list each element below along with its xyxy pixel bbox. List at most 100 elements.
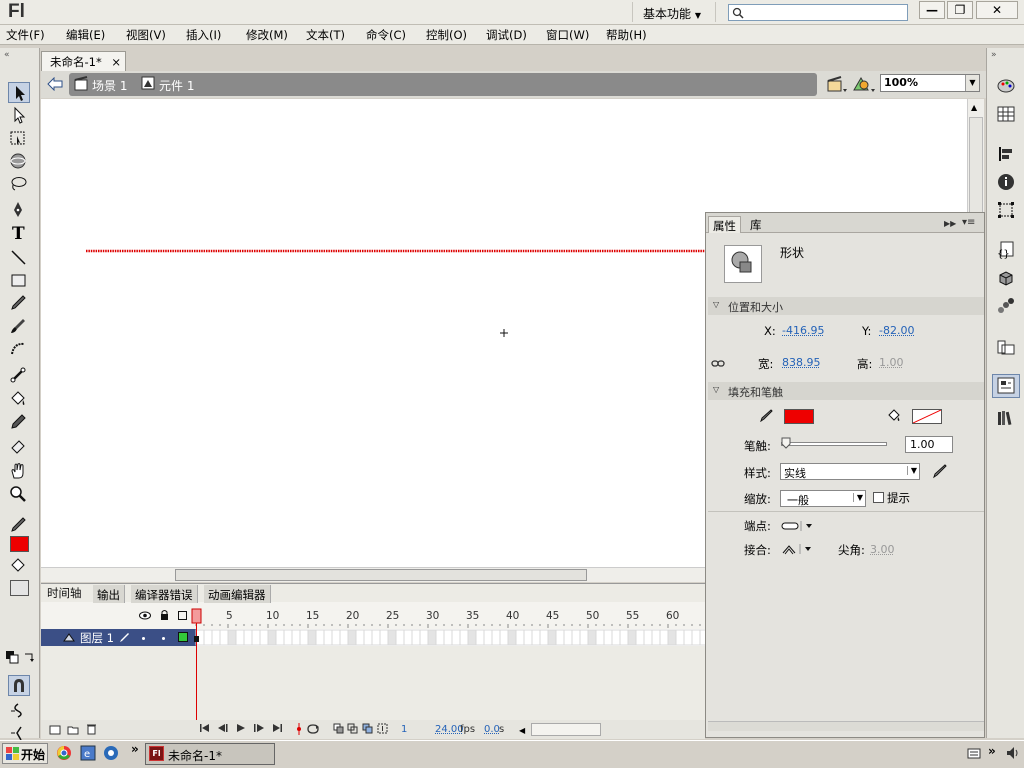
pen-tool[interactable] [8,200,30,221]
section-collapse-icon[interactable]: ▽ [713,300,719,309]
keyboard-icon[interactable] [967,746,981,763]
chevron-down-icon[interactable]: ▼ [906,466,917,475]
menu-item[interactable]: 命令(C) [366,27,406,43]
edit-scene-icon[interactable] [826,75,848,96]
timeline-tab[interactable]: 编译器错误 [131,585,198,603]
expand-icon[interactable]: » [991,50,997,60]
menu-item[interactable]: 窗口(W) [546,27,589,43]
color-panel-icon[interactable] [996,76,1016,96]
stroke-width-input[interactable]: 1.00 [905,436,953,453]
close-window-button[interactable]: ✕ [976,1,1018,19]
workspace-switcher[interactable]: 基本功能 ▼ [632,2,716,22]
join-style-select[interactable] [782,543,818,558]
panel-resize-grip[interactable] [708,721,984,731]
fill-stroke-section[interactable]: ▽ 填充和笔触 [708,382,984,400]
loop-icon[interactable] [306,724,320,737]
pencil-tool[interactable] [8,293,30,314]
stage-horizontal-scroll-thumb[interactable] [175,569,587,581]
help-search-input[interactable] [728,4,908,21]
style-select[interactable]: 实线 ▼ [780,463,920,480]
media-player-icon[interactable] [103,745,119,764]
motion-presets-icon[interactable] [996,296,1016,316]
edit-stroke-style-icon[interactable] [932,463,948,482]
layer-name[interactable]: 图层 1 [80,630,114,646]
outline-icon[interactable] [178,611,187,620]
subselection-tool[interactable] [8,105,30,126]
play-icon[interactable] [235,723,247,736]
lock-icon[interactable] [160,609,169,623]
elapsed-time-value[interactable]: 0.0 [484,724,500,735]
minimize-button[interactable]: — [919,1,945,19]
menu-item[interactable]: 修改(M) [246,27,288,43]
project-panel-icon[interactable] [996,336,1016,356]
onion-skin-outlines-icon[interactable] [347,723,358,737]
chrome-icon[interactable] [56,745,72,764]
menu-item[interactable]: 文件(F) [6,27,45,43]
width-value[interactable]: 838.95 [782,356,821,369]
menu-item[interactable]: 插入(I) [186,27,221,43]
timeline-tab[interactable]: 输出 [93,585,125,603]
brush-tool[interactable] [8,316,30,337]
text-tool[interactable]: T [8,224,30,245]
chevron-down-icon[interactable]: ▼ [852,493,863,502]
scroll-left-icon[interactable]: ◀ [519,726,525,735]
cap-style-select[interactable] [781,520,817,535]
eye-icon[interactable] [139,610,151,623]
start-button[interactable]: 开始 [2,743,48,764]
chevron-down-icon[interactable]: ▼ [965,75,979,91]
zoom-select[interactable]: 100% ▼ [880,74,980,92]
previous-frame-icon[interactable] [217,723,229,736]
taskbar-item-flash[interactable]: Fl 未命名-1* [145,743,275,765]
layer-outline-color[interactable] [178,632,188,642]
edit-symbols-icon[interactable] [852,75,876,96]
onion-skin-icon[interactable] [333,723,344,737]
breadcrumb-scene[interactable]: 场景 1 [92,77,127,94]
selection-tool[interactable] [8,82,30,103]
deco-tool[interactable] [8,339,30,360]
info-panel-icon[interactable] [996,172,1016,192]
3d-rotation-tool[interactable] [8,151,30,172]
zoom-tool[interactable] [8,484,30,505]
go-to-last-frame-icon[interactable] [271,723,283,736]
stroke-width-slider-thumb[interactable] [781,437,791,452]
timeline-tab-active[interactable]: 时间轴 [47,585,82,601]
modify-onion-markers-icon[interactable] [377,723,388,737]
transform-panel-icon[interactable] [996,200,1016,220]
layer-visible-dot[interactable] [142,637,145,640]
menu-item[interactable]: 帮助(H) [606,27,647,43]
properties-tab[interactable]: 属性 [708,216,741,233]
rectangle-tool[interactable] [8,270,30,291]
delete-layer-icon[interactable] [86,723,97,738]
eyedropper-tool[interactable] [8,412,30,433]
lock-width-height-icon[interactable] [711,358,725,371]
edit-multiple-frames-icon[interactable] [362,723,373,737]
center-frame-icon[interactable] [295,723,303,738]
default-colors-icon[interactable] [5,650,19,667]
stroke-color-swatch[interactable] [10,536,29,552]
stage-vertical-scroll-thumb[interactable] [969,117,983,213]
menu-item[interactable]: 编辑(E) [66,27,105,43]
speaker-icon[interactable] [1005,745,1021,764]
go-to-first-frame-icon[interactable] [199,723,211,736]
free-transform-tool[interactable] [8,128,30,149]
smooth-icon[interactable] [8,700,30,721]
timeline-tab[interactable]: 动画编辑器 [204,585,271,603]
line-tool[interactable] [8,247,30,268]
tray-expand-icon[interactable]: » [988,744,996,758]
new-layer-icon[interactable] [49,724,61,738]
scroll-up-icon[interactable]: ▲ [971,103,977,112]
new-folder-icon[interactable] [67,724,79,738]
library-tab[interactable]: 库 [746,216,766,233]
close-tab-icon[interactable]: × [111,55,121,69]
timeline-scroll-thumb[interactable] [531,723,601,736]
fill-color-swatch[interactable] [10,580,29,596]
code-snippets-icon[interactable]: {} [996,240,1016,260]
ie-icon[interactable]: e [80,745,96,764]
library-panel-icon[interactable] [996,408,1016,428]
restore-button[interactable]: ❐ [947,1,973,19]
quicklaunch-more-icon[interactable]: » [131,742,139,756]
swap-colors-icon[interactable] [22,650,36,667]
menu-item[interactable]: 视图(V) [126,27,166,43]
collapse-panel-icon[interactable]: ▶▶ [944,219,956,228]
panel-menu-icon[interactable]: ▾≡ [962,217,975,228]
